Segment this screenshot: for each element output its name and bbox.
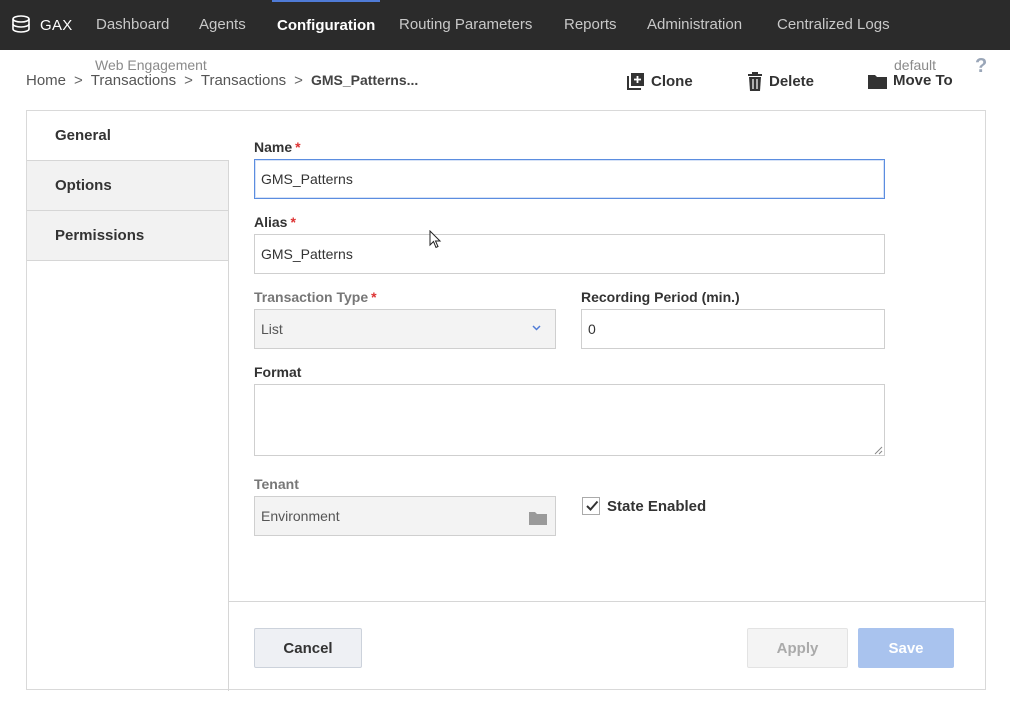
move-to-label: Move To <box>893 72 953 89</box>
mouse-cursor-icon <box>429 230 442 249</box>
chevron-down-icon <box>532 325 541 331</box>
state-enabled-checkbox[interactable] <box>582 497 600 515</box>
trash-icon <box>748 72 762 91</box>
alias-label: Alias * <box>254 214 296 230</box>
required-marker: * <box>290 214 296 230</box>
tab-permissions[interactable]: Permissions <box>27 211 229 261</box>
apply-button[interactable]: Apply <box>747 628 848 668</box>
state-enabled-label: State Enabled <box>607 498 707 515</box>
name-input[interactable]: GMS_Patterns <box>254 159 885 199</box>
nav-configuration[interactable]: Configuration <box>272 0 381 50</box>
recording-period-input[interactable]: 0 <box>581 309 885 349</box>
help-icon[interactable]: ? <box>975 55 987 78</box>
app-name: GAX <box>40 16 73 34</box>
name-label: Name * <box>254 139 301 155</box>
breadcrumb-transactions[interactable]: Transactions <box>91 72 176 89</box>
nav-dashboard[interactable]: Dashboard <box>96 0 169 50</box>
clone-button[interactable]: Clone <box>627 72 693 90</box>
folder-browse-icon[interactable] <box>529 510 547 525</box>
nav-agents[interactable]: Agents <box>199 0 246 50</box>
clone-icon <box>627 73 644 90</box>
format-label: Format <box>254 364 302 380</box>
checkmark-icon <box>586 500 599 511</box>
nav-administration[interactable]: Administration <box>647 0 742 50</box>
delete-button[interactable]: Delete <box>747 72 814 91</box>
tenant-context-label[interactable]: Web Engagement <box>95 57 207 73</box>
delete-label: Delete <box>769 73 815 90</box>
tenant-label: Tenant <box>254 476 299 492</box>
tenant-value: Environment <box>261 508 340 524</box>
nav-centralized-logs[interactable]: Centralized Logs <box>777 0 890 50</box>
clone-label: Clone <box>651 72 693 90</box>
format-textarea[interactable] <box>254 384 885 456</box>
resize-handle-icon[interactable] <box>874 446 883 455</box>
breadcrumb-home[interactable]: Home <box>26 72 66 89</box>
save-button[interactable]: Save <box>858 628 954 668</box>
nav-reports[interactable]: Reports <box>564 0 617 50</box>
transaction-type-select[interactable]: List <box>254 309 556 349</box>
database-icon <box>12 15 30 33</box>
alias-input[interactable]: GMS_Patterns <box>254 234 885 274</box>
nav-routing-parameters[interactable]: Routing Parameters <box>399 0 532 50</box>
required-marker: * <box>295 139 301 155</box>
breadcrumb-separator: > <box>184 72 193 89</box>
folder-icon <box>868 74 887 89</box>
transaction-type-label: Transaction Type * <box>254 289 377 305</box>
breadcrumb: Home > Transactions > Transactions > GMS_Patte… <box>26 72 418 89</box>
footer-divider <box>228 601 985 602</box>
required-marker: * <box>371 289 377 305</box>
tab-options[interactable]: Options <box>27 161 229 211</box>
tab-content-divider <box>228 261 229 691</box>
transaction-type-value: List <box>261 321 283 337</box>
breadcrumb-current: GMS_Patterns... <box>310 72 419 88</box>
tenant-input[interactable]: Environment <box>254 496 556 536</box>
user-context-label[interactable]: default <box>894 57 936 73</box>
section-tabs: General Options Permissions <box>27 111 229 261</box>
breadcrumb-separator: > <box>294 72 303 89</box>
breadcrumb-transactions-folder[interactable]: Transactions <box>201 72 286 89</box>
move-to-button[interactable]: Move To <box>868 72 953 89</box>
top-nav-bar: GAX Dashboard Agents Configuration Routi… <box>0 0 1010 50</box>
app-logo[interactable]: GAX <box>10 14 73 36</box>
cancel-button[interactable]: Cancel <box>254 628 362 668</box>
recording-period-label: Recording Period (min.) <box>581 289 740 305</box>
breadcrumb-separator: > <box>74 72 83 89</box>
tab-general[interactable]: General <box>27 111 229 161</box>
